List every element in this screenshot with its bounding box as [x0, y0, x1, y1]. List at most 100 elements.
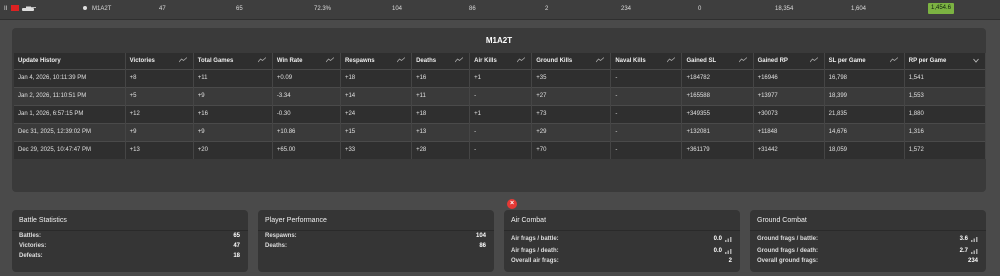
table-cell: 1,541	[904, 68, 987, 87]
table-cell: +28	[411, 140, 471, 159]
divider	[258, 230, 494, 231]
trend-chart-icon[interactable]	[889, 57, 898, 63]
vehicle-type-icon	[83, 6, 87, 10]
table-cell: +184782	[681, 68, 754, 87]
table-cell: 1,553	[904, 86, 987, 105]
stat-label: Ground frags / battle:	[757, 236, 819, 242]
trend-chart-icon[interactable]	[455, 57, 464, 63]
column-header[interactable]: Respawns	[340, 53, 413, 69]
column-header[interactable]: Win Rate	[272, 53, 341, 69]
table-cell: -	[610, 86, 683, 105]
stat-label: Overall air frags:	[511, 258, 559, 264]
player-performance-card: Player Performance Respawns: 104 Deaths:…	[258, 210, 494, 272]
table-cell: +0.09	[272, 68, 341, 87]
table-cell: +8	[125, 68, 194, 87]
table-cell: 14,676	[824, 122, 905, 141]
column-header[interactable]: Air Kills	[469, 53, 533, 69]
stat-row: Victories: 47	[19, 243, 240, 251]
table-cell: +16	[193, 104, 273, 123]
stat-value: 86	[479, 243, 486, 249]
column-header-label: Win Rate	[276, 57, 303, 64]
bar-chart-icon[interactable]	[971, 237, 978, 242]
column-header[interactable]: Naval Kills	[610, 53, 683, 69]
table-cell: +349355	[681, 104, 754, 123]
divider	[750, 230, 986, 231]
trend-chart-icon[interactable]	[596, 57, 605, 63]
bar-chart-icon[interactable]	[725, 237, 732, 242]
stat-value: 18,354	[775, 6, 794, 12]
table-cell: +18	[340, 68, 413, 87]
bar-chart-icon[interactable]	[971, 249, 978, 254]
stat-row: Battles: 65	[19, 233, 240, 241]
stat-row: Air frags / death: 0.0	[511, 248, 732, 256]
card-title: Ground Combat	[757, 217, 807, 224]
column-header-label: Victories	[129, 57, 155, 64]
stat-value: 234	[621, 6, 632, 12]
card-title: Battle Statistics	[19, 217, 67, 224]
column-header[interactable]: Gained RP	[753, 53, 825, 69]
table-cell: 18,399	[824, 86, 905, 105]
table-cell: +65.00	[272, 140, 341, 159]
table-cell: +30073	[753, 104, 825, 123]
column-header[interactable]: Gained SL	[681, 53, 754, 69]
table-cell: +13977	[753, 86, 825, 105]
table-cell: +11	[411, 86, 471, 105]
trend-chart-icon[interactable]	[738, 57, 747, 63]
update-date-cell: Jan 4, 2026, 10:11:39 PM	[14, 68, 126, 87]
table-cell: +165588	[681, 86, 754, 105]
column-header[interactable]: SL per Game	[824, 53, 905, 69]
column-header[interactable]: Update History	[14, 53, 126, 69]
column-header[interactable]: RP per Game	[904, 53, 987, 69]
bar-chart-icon[interactable]	[725, 249, 732, 254]
table-cell: -	[469, 86, 533, 105]
table-cell: 21,835	[824, 104, 905, 123]
table-cell: +29	[531, 122, 612, 141]
card-title: Air Combat	[511, 217, 547, 224]
trend-chart-icon[interactable]	[517, 57, 526, 63]
table-cell: +33	[340, 140, 413, 159]
stat-label: Air frags / death:	[511, 248, 559, 254]
trend-chart-icon[interactable]	[397, 57, 406, 63]
table-cell: +361179	[681, 140, 754, 159]
stat-label: Battles:	[19, 233, 42, 239]
table-cell: +70	[531, 140, 612, 159]
stat-row: Defeats: 18	[19, 253, 240, 261]
table-cell: -	[469, 122, 533, 141]
stat-value: 104	[392, 6, 403, 12]
trend-chart-icon[interactable]	[325, 57, 334, 63]
table-header-row: Update History Victories Total Games Win Ra…	[14, 53, 987, 69]
stat-row: Respawns: 104	[265, 233, 486, 241]
table-cell: -	[610, 122, 683, 141]
chevron-down-icon[interactable]	[973, 58, 979, 63]
table-cell: 18,059	[824, 140, 905, 159]
tank-icon	[22, 6, 36, 11]
stat-value: 104	[475, 233, 486, 239]
column-header-label: Ground Kills	[536, 57, 573, 64]
table-cell: -0.30	[272, 104, 341, 123]
column-header-label: Update History	[18, 57, 61, 64]
table-cell: +13	[411, 122, 471, 141]
divider	[504, 230, 740, 231]
table-cell: 1,572	[904, 140, 987, 159]
stat-value: 0	[698, 6, 702, 12]
trend-chart-icon[interactable]	[667, 57, 676, 63]
panel-title: M1A2T	[485, 36, 513, 45]
column-header[interactable]: Victories	[125, 53, 194, 69]
table-cell: +9	[193, 122, 273, 141]
vehicle-summary-row[interactable]: II M1A2T 47 65 72.3% 104 86 2 234 0 18,3…	[0, 0, 1000, 20]
trend-chart-icon[interactable]	[809, 57, 818, 63]
column-header-label: Respawns	[344, 57, 375, 64]
stat-value: 47	[233, 243, 240, 249]
column-header-label: Total Games	[197, 57, 234, 64]
table-cell: +15	[340, 122, 413, 141]
close-icon[interactable]: ×	[507, 199, 517, 209]
table-cell: +10.86	[272, 122, 341, 141]
stat-row: Air frags / battle: 0.0	[511, 236, 732, 244]
table-cell: -	[469, 140, 533, 159]
trend-chart-icon[interactable]	[257, 57, 266, 63]
column-header[interactable]: Total Games	[193, 53, 273, 69]
column-header[interactable]: Deaths	[411, 53, 471, 69]
column-header[interactable]: Ground Kills	[531, 53, 612, 69]
trend-chart-icon[interactable]	[178, 57, 187, 63]
column-header-label: RP per Game	[908, 57, 947, 64]
